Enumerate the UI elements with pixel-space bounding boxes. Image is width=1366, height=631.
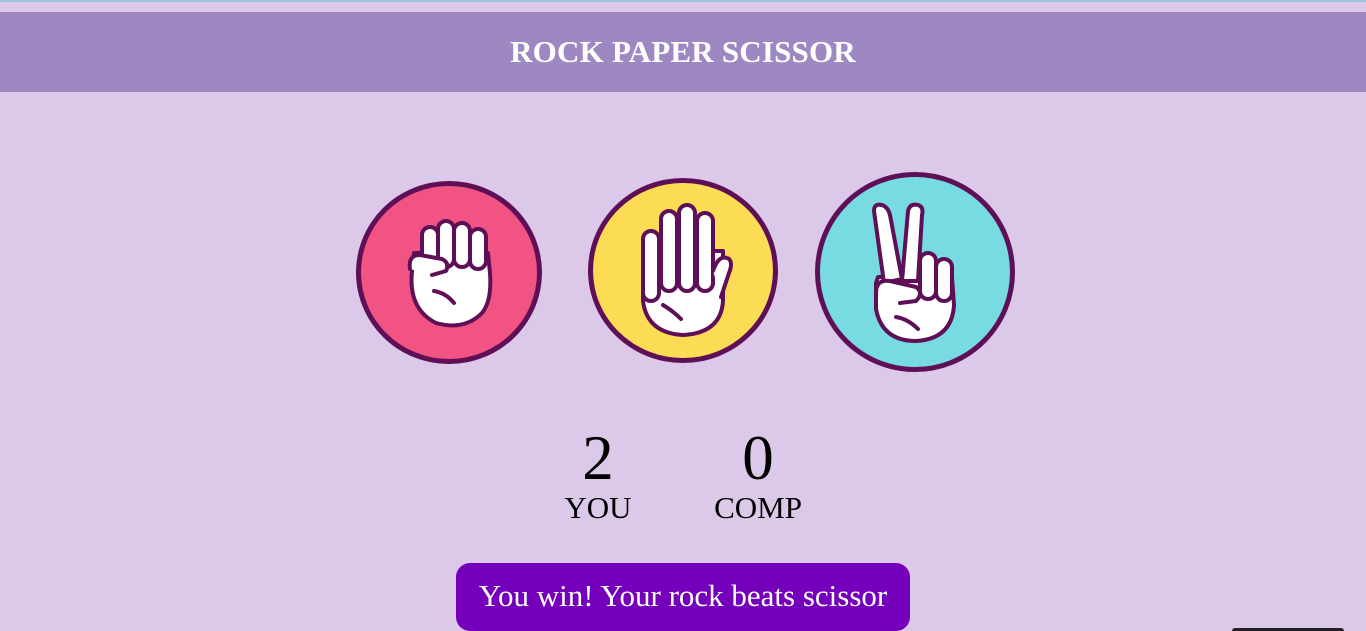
paper-choice-button[interactable] [588,178,778,363]
fist-icon [407,218,493,327]
user-score-value: 2 [582,423,614,493]
computer-score-label: COMP [714,490,802,525]
result-message: You win! Your rock beats scissor [456,563,910,631]
user-score-label: YOU [564,490,632,525]
open-hand-icon [641,202,733,337]
page-title: ROCK PAPER SCISSOR [510,34,856,69]
top-border [0,0,1366,2]
peace-hand-icon [872,202,956,343]
computer-score-value: 0 [742,423,774,493]
computer-score: 0 COMP [698,424,818,526]
rock-choice-button[interactable] [356,181,542,364]
header-bar: ROCK PAPER SCISSOR [0,12,1366,92]
scissor-choice-button[interactable] [815,172,1015,372]
result-message-text: You win! Your rock beats scissor [478,578,888,613]
user-score: 2 YOU [538,424,658,526]
